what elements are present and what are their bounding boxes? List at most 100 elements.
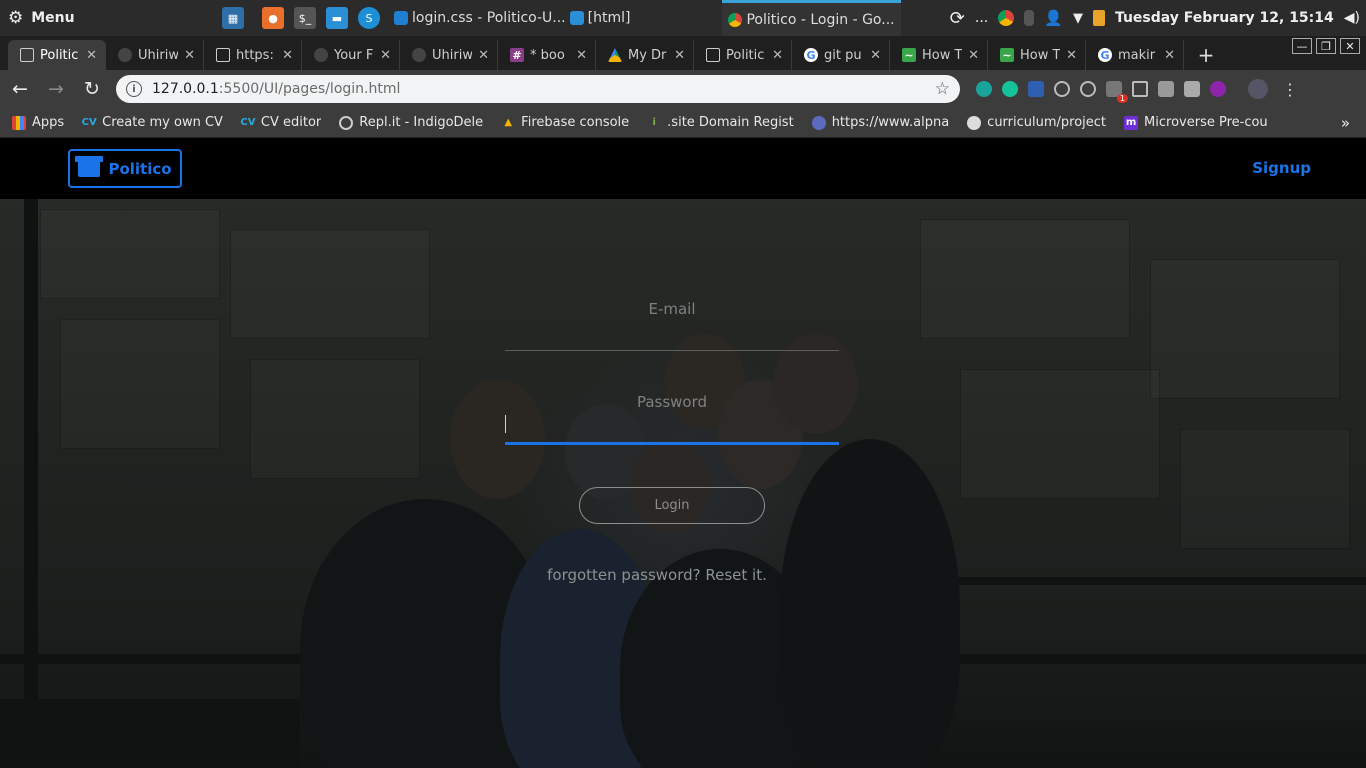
bookmark-label: Microverse Pre-cou <box>1144 115 1268 130</box>
firefox-icon[interactable]: ● <box>262 7 284 29</box>
extension-chat-icon[interactable] <box>1184 81 1200 97</box>
bookmark-replit[interactable]: Repl.it - IndigoDele <box>339 115 483 130</box>
clock[interactable]: Tuesday February 12, 15:14 <box>1115 10 1334 26</box>
bookmark-label: curriculum/project <box>987 115 1107 130</box>
tray-overflow[interactable]: ... <box>975 10 988 26</box>
tab-label: My Dr <box>628 47 667 63</box>
window-controls: — ❐ ✕ <box>1292 38 1360 54</box>
close-icon[interactable]: ✕ <box>380 48 391 63</box>
tab-https[interactable]: https: ✕ <box>204 40 302 70</box>
tab-your[interactable]: Your F ✕ <box>302 40 400 70</box>
bookmark-microverse[interactable]: m Microverse Pre-cou <box>1124 115 1268 130</box>
extension-shield-icon[interactable]: 1 <box>1106 81 1128 103</box>
tab-google-git[interactable]: G git pu ✕ <box>792 40 890 70</box>
tab-label: git pu <box>824 47 862 63</box>
background-photo <box>0 199 1366 768</box>
extension-badge: 1 <box>1116 94 1128 103</box>
extension-flag-icon[interactable] <box>1028 81 1044 97</box>
close-icon[interactable]: ✕ <box>772 48 783 63</box>
new-tab-button[interactable]: + <box>1192 40 1220 70</box>
reload-button[interactable]: ↻ <box>76 73 108 105</box>
howto-icon: ~ <box>1000 48 1014 62</box>
screenshot-icon[interactable] <box>1132 81 1148 97</box>
taskbar-window-folder[interactable]: [html] <box>569 10 630 26</box>
tab-politico-2[interactable]: Politic ✕ <box>694 40 792 70</box>
close-window-button[interactable]: ✕ <box>1340 38 1360 54</box>
email-underline <box>505 350 839 351</box>
bookmark-apps[interactable]: Apps <box>12 115 64 130</box>
skype-icon[interactable]: S <box>358 7 380 29</box>
restore-button[interactable]: ❐ <box>1316 38 1336 54</box>
taskbar-window-chrome[interactable]: Politico - Login - Go... <box>722 0 901 36</box>
taskbar-window-vscode[interactable]: login.css - Politico-U... <box>394 10 566 26</box>
bookmark-curriculum[interactable]: curriculum/project <box>967 115 1106 130</box>
bookmark-cv-editor[interactable]: CV CV editor <box>241 115 321 130</box>
close-icon[interactable]: ✕ <box>1164 48 1175 63</box>
close-icon[interactable]: ✕ <box>674 48 685 63</box>
address-bar[interactable]: i 127.0.0.1:5500/UI/pages/login.html ☆ <box>116 75 960 103</box>
tab-howto-1[interactable]: ~ How T ✕ <box>890 40 988 70</box>
bookmark-create-cv[interactable]: CV Create my own CV <box>82 115 223 130</box>
tab-howto-2[interactable]: ~ How T ✕ <box>988 40 1086 70</box>
close-icon[interactable]: ✕ <box>282 48 293 63</box>
extension-purple-icon[interactable] <box>1210 81 1226 97</box>
close-icon[interactable]: ✕ <box>968 48 979 63</box>
taskbar-window-label: login.css - Politico-U... <box>412 10 566 26</box>
folder-icon <box>569 11 584 25</box>
close-icon[interactable]: ✕ <box>184 48 195 63</box>
grammarly-icon[interactable] <box>1002 81 1018 97</box>
extension-target-icon[interactable] <box>1080 81 1096 97</box>
close-icon[interactable]: ✕ <box>576 48 587 63</box>
bookmark-site-domain[interactable]: i .site Domain Regist <box>647 115 793 130</box>
battery-icon[interactable] <box>1092 10 1105 26</box>
site-domain-icon: i <box>652 117 656 128</box>
chrome-icon <box>728 12 743 27</box>
taskbar-window-label: Politico - Login - Go... <box>746 11 895 28</box>
files-icon[interactable]: ▬ <box>326 7 348 29</box>
bookmark-firebase[interactable]: ▲ Firebase console <box>501 115 629 130</box>
tab-github-1[interactable]: Uhiriw ✕ <box>106 40 204 70</box>
signup-link[interactable]: Signup <box>1252 159 1311 177</box>
back-button[interactable]: ← <box>4 73 36 105</box>
tab-github-2[interactable]: Uhiriw ✕ <box>400 40 498 70</box>
wifi-icon[interactable]: ▼ <box>1073 11 1083 26</box>
close-icon[interactable]: ✕ <box>478 48 489 63</box>
user-icon[interactable]: 👤 <box>1044 9 1063 27</box>
extension-window-icon[interactable] <box>1158 81 1174 97</box>
bookmark-star-icon[interactable]: ☆ <box>935 79 950 99</box>
github-icon <box>412 48 426 62</box>
brand-logo[interactable]: Politico <box>68 149 182 188</box>
email-field[interactable]: E-mail <box>505 294 839 354</box>
tab-politico-login[interactable]: Politic ✕ <box>8 40 106 70</box>
login-button[interactable]: Login <box>579 487 765 524</box>
bookmarks-bar: Apps CV Create my own CV CV CV editor Re… <box>0 108 1366 138</box>
bluetooth-icon[interactable] <box>1024 10 1035 26</box>
gear-icon: ⚙ <box>8 8 24 28</box>
close-icon[interactable]: ✕ <box>870 48 881 63</box>
url-host: 127.0.0.1 <box>152 81 219 97</box>
slack-icon: # <box>510 48 524 62</box>
bookmarks-overflow-icon[interactable]: » <box>1341 114 1350 132</box>
forward-button[interactable]: → <box>40 73 72 105</box>
chrome-menu-icon[interactable]: ⋮ <box>1282 80 1298 99</box>
close-icon[interactable]: ✕ <box>86 48 97 63</box>
info-icon[interactable]: i <box>126 81 142 97</box>
tab-google-making[interactable]: G makir ✕ <box>1086 40 1184 70</box>
close-icon[interactable]: ✕ <box>1066 48 1077 63</box>
cv-icon: CV <box>82 117 97 128</box>
react-devtools-icon[interactable] <box>1054 81 1070 97</box>
tab-slack[interactable]: # * boo ✕ <box>498 40 596 70</box>
bookmark-alpna[interactable]: https://www.alpna <box>811 115 949 130</box>
minimize-button[interactable]: — <box>1292 38 1312 54</box>
chrome-tray-icon[interactable] <box>998 10 1015 26</box>
profile-avatar[interactable] <box>1248 79 1268 99</box>
terminal-icon[interactable]: $_ <box>294 7 316 29</box>
tab-label: Your F <box>334 47 374 63</box>
tab-drive[interactable]: My Dr ✕ <box>596 40 694 70</box>
extension-m-icon[interactable] <box>976 81 992 97</box>
os-menu-button[interactable]: ⚙ Menu <box>0 8 96 28</box>
forgot-password-link[interactable]: forgotten password? Reset it. <box>505 566 809 584</box>
volume-icon[interactable]: ◀) <box>1344 10 1360 26</box>
password-field[interactable]: Password <box>505 387 839 449</box>
workspace-icon[interactable]: ▦ <box>222 7 244 29</box>
